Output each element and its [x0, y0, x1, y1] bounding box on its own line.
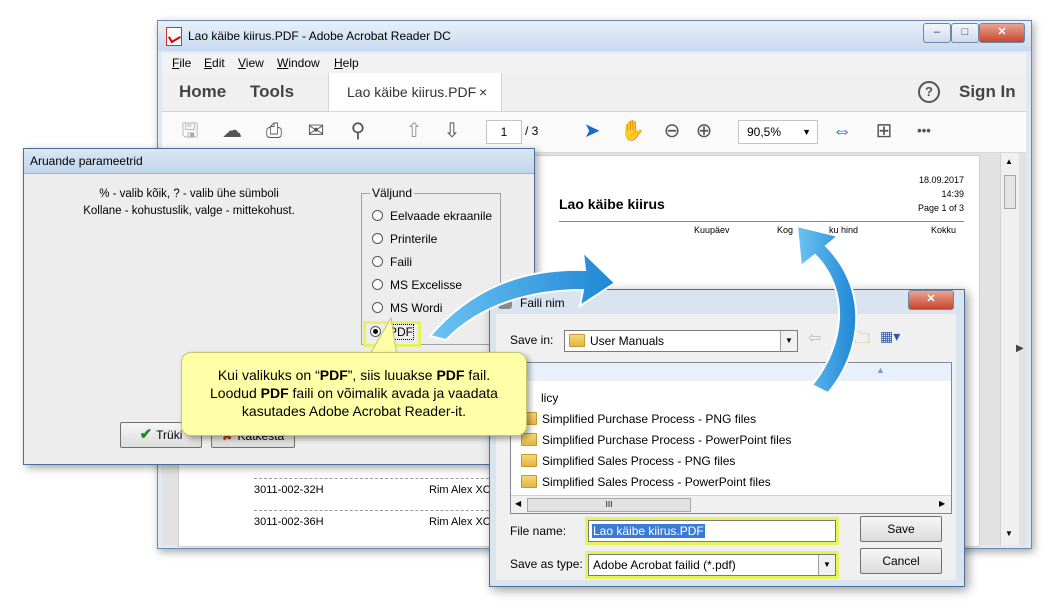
- callout-line-3: kasutades Adobe Acrobat Reader-it.: [241, 403, 467, 419]
- callout-line-2: Loodud PDF faili on võimalik avada ja va…: [210, 385, 498, 401]
- arrows-layer: [428, 224, 858, 395]
- arrow-to-acrobat: [795, 224, 858, 395]
- arrow-to-save-dialog: [428, 249, 617, 342]
- explanation-callout: Kui valikuks on “PDF”, siis luuakse PDF …: [181, 352, 527, 436]
- callout-line-1: Kui valikuks on “PDF”, siis luuakse PDF …: [217, 367, 491, 383]
- callout-tail: [368, 316, 398, 357]
